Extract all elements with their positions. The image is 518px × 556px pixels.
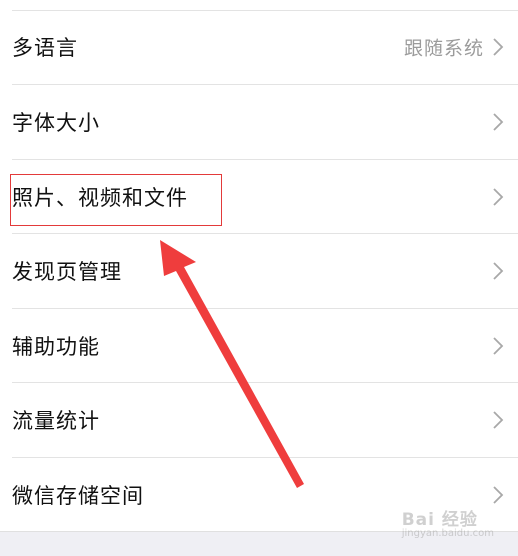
watermark-subtext: jingyan.baidu.com [401,528,494,539]
red-arrow-annotation [160,240,304,488]
watermark-text: Bai 经验 [401,510,478,530]
baidu-watermark: Bai 经验 jingyan.baidu.com [402,505,494,539]
